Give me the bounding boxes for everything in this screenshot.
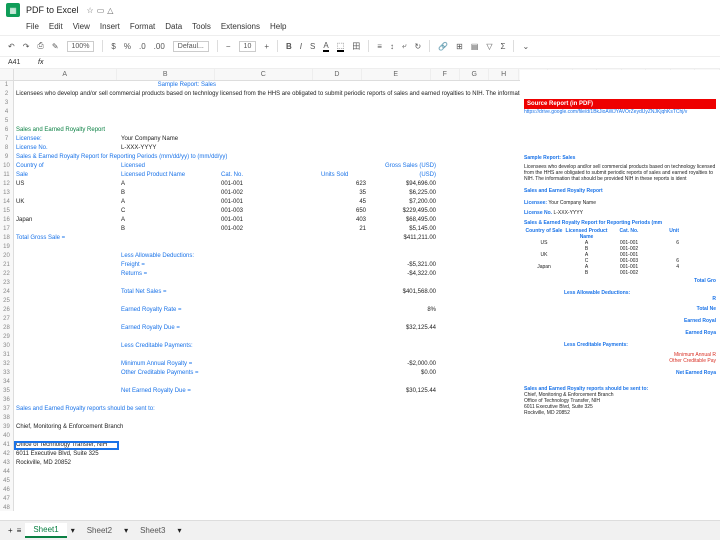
tab-sheet1[interactable]: Sheet1: [25, 523, 66, 538]
currency-icon[interactable]: $: [111, 42, 115, 51]
menu-format[interactable]: Format: [130, 22, 155, 31]
source-header: Source Report (in PDF): [524, 99, 716, 109]
tab-menu-icon[interactable]: ▾: [177, 526, 181, 535]
paint-icon[interactable]: ✎: [52, 42, 59, 51]
functions-icon[interactable]: Σ: [501, 42, 506, 51]
decimal-dec-icon[interactable]: .0: [139, 42, 146, 51]
menu-help[interactable]: Help: [270, 22, 286, 31]
col-E[interactable]: E: [362, 69, 431, 80]
col-A[interactable]: A: [14, 69, 117, 80]
redo-icon[interactable]: ↷: [23, 42, 30, 51]
borders-icon[interactable]: 田: [352, 41, 360, 52]
side-title: Sample Report: Sales: [524, 155, 716, 161]
strike-icon[interactable]: S: [310, 42, 315, 51]
menu-extensions[interactable]: Extensions: [221, 22, 260, 31]
tab-sheet2[interactable]: Sheet2: [79, 524, 120, 537]
section-title: Sales and Earned Royalty Report: [14, 126, 119, 135]
menu-view[interactable]: View: [73, 22, 90, 31]
font-size[interactable]: 10: [239, 41, 257, 52]
active-cell-outline: [14, 441, 119, 450]
source-link[interactable]: https://drive.google.com/file/d/1BkJioAW…: [524, 109, 716, 115]
report-title: Sample Report: Sales: [119, 81, 219, 90]
col-G[interactable]: G: [460, 69, 489, 80]
fx-icon: fx: [38, 59, 43, 66]
link-icon[interactable]: 🔗: [438, 42, 448, 51]
print-icon[interactable]: ⎙: [37, 41, 43, 51]
italic-icon[interactable]: I: [300, 42, 302, 51]
menu-file[interactable]: File: [26, 22, 39, 31]
intro-text: Licensees who develop and/or sell commer…: [14, 90, 439, 99]
zoom-select[interactable]: 100%: [67, 41, 95, 52]
rotate-icon[interactable]: ↻: [414, 42, 421, 51]
font-select[interactable]: Defaul...: [173, 41, 209, 52]
font-size-dec[interactable]: −: [226, 42, 231, 51]
star-icon[interactable]: ☆: [87, 6, 94, 15]
more-icon[interactable]: ⌄: [522, 42, 529, 51]
wrap-icon[interactable]: ⤶: [402, 41, 406, 51]
folder-icon[interactable]: ▭: [97, 6, 105, 15]
font-size-inc[interactable]: +: [264, 42, 269, 51]
undo-icon[interactable]: ↶: [8, 42, 15, 51]
menu-edit[interactable]: Edit: [49, 22, 63, 31]
halign-icon[interactable]: ≡: [377, 42, 382, 51]
tab-sheet3[interactable]: Sheet3: [132, 524, 173, 537]
decimal-inc-icon[interactable]: .00: [154, 42, 165, 51]
fill-color-icon[interactable]: ⬚: [337, 41, 345, 52]
toolbar: ↶ ↷ ⎙ ✎ 100% $ % .0 .00 Defaul... − 10 +…: [0, 36, 720, 57]
doc-title[interactable]: PDF to Excel: [26, 5, 79, 15]
title-icons: ☆ ▭ △: [87, 6, 114, 15]
cloud-icon[interactable]: △: [107, 6, 113, 15]
tab-menu-icon[interactable]: ▾: [124, 526, 128, 535]
bold-icon[interactable]: B: [286, 42, 292, 51]
col-H[interactable]: H: [489, 69, 518, 80]
all-sheets-icon[interactable]: ≡: [17, 526, 22, 535]
col-D[interactable]: D: [313, 69, 362, 80]
col-C[interactable]: C: [215, 69, 313, 80]
comment-icon[interactable]: ⊞: [456, 42, 463, 51]
side-panel: Source Report (in PDF) https://drive.goo…: [520, 70, 720, 510]
filter-icon[interactable]: ▽: [486, 42, 492, 51]
tab-menu-icon[interactable]: ▾: [71, 526, 75, 535]
sheets-logo: ▦: [6, 3, 20, 17]
col-B[interactable]: B: [117, 69, 215, 80]
chart-icon[interactable]: ▤: [471, 42, 479, 51]
menu-tools[interactable]: Tools: [192, 22, 211, 31]
menu-data[interactable]: Data: [165, 22, 182, 31]
col-F[interactable]: F: [431, 69, 460, 80]
add-sheet-icon[interactable]: +: [8, 526, 13, 535]
text-color-icon[interactable]: A: [323, 41, 328, 52]
name-box[interactable]: A41: [8, 59, 38, 66]
menu-insert[interactable]: Insert: [100, 22, 120, 31]
sheet-tabs: + ≡ Sheet1 ▾ Sheet2 ▾ Sheet3 ▾: [0, 520, 720, 540]
percent-icon[interactable]: %: [124, 42, 131, 51]
formula-bar: A41 fx: [0, 57, 720, 69]
menu-bar: File Edit View Insert Format Data Tools …: [0, 20, 720, 36]
valign-icon[interactable]: ↕: [390, 42, 394, 51]
